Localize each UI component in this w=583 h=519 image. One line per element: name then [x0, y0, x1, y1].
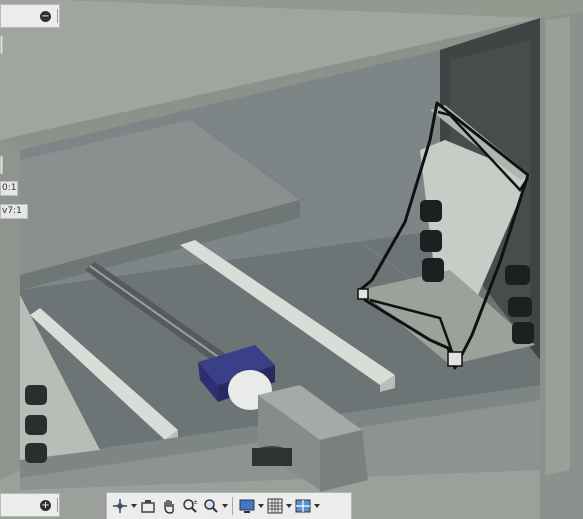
zoom-window-icon[interactable] — [201, 496, 221, 516]
look-at-icon[interactable] — [138, 496, 158, 516]
grid-icon[interactable] — [265, 496, 285, 516]
zoom-dropdown-icon[interactable] — [222, 496, 228, 516]
orbit-dropdown-icon[interactable] — [131, 496, 137, 516]
toolbar-divider — [232, 497, 233, 515]
pan-hand-icon[interactable] — [159, 496, 179, 516]
viewports-dropdown-icon[interactable] — [314, 496, 320, 516]
pan-orbit-icon[interactable] — [110, 496, 130, 516]
svg-text:±: ± — [193, 499, 198, 506]
display-settings-icon[interactable] — [237, 496, 257, 516]
bottom-tool-panel: + — [0, 493, 60, 517]
zoom-realtime-icon[interactable]: ± — [180, 496, 200, 516]
viewports-icon[interactable] — [293, 496, 313, 516]
minus-circle-icon[interactable]: − — [40, 11, 51, 22]
scale-label-2: v7:1 — [0, 204, 28, 219]
top-tool-panel: − — [0, 4, 60, 28]
side-tab-mid[interactable] — [0, 156, 3, 174]
panel-grip — [57, 9, 58, 23]
3d-viewport[interactable] — [0, 0, 583, 519]
grid-dropdown-icon[interactable] — [286, 496, 292, 516]
side-tab-top[interactable] — [0, 36, 3, 54]
panel-grip — [57, 498, 58, 512]
scale-label-1: 0:1 — [0, 181, 18, 196]
plus-circle-icon[interactable]: + — [40, 500, 51, 511]
navigation-bar: ± — [106, 492, 352, 519]
display-dropdown-icon[interactable] — [258, 496, 264, 516]
